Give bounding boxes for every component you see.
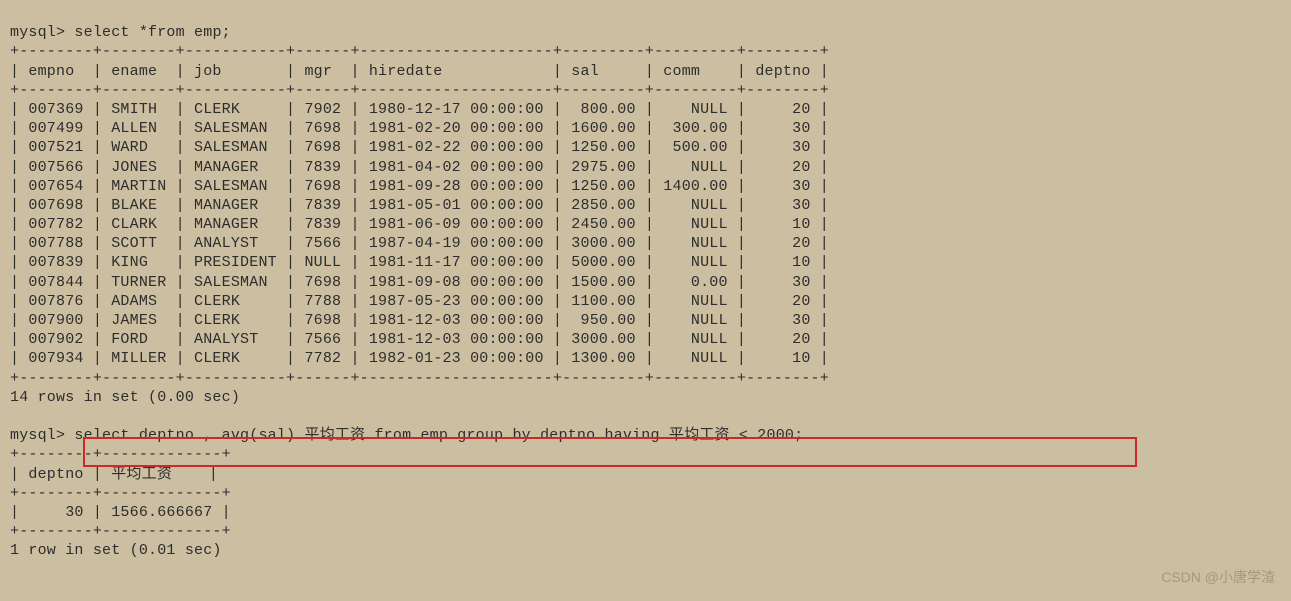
table1-top-border: +--------+--------+-----------+------+--… bbox=[10, 43, 829, 60]
sql-query-1: select *from emp; bbox=[74, 24, 230, 41]
table2-mid-border: +--------+-------------+ bbox=[10, 485, 231, 502]
prompt-line-2: mysql> select deptno , avg(sal) 平均工资 fro… bbox=[10, 427, 803, 444]
table1-header-row: | empno | ename | job | mgr | hiredate |… bbox=[10, 63, 829, 80]
watermark-text: CSDN @小唐学渣 bbox=[1161, 569, 1275, 587]
table2-body: | 30 | 1566.666667 | bbox=[10, 504, 231, 521]
sql-query-2: select deptno , avg(sal) 平均工资 from emp g… bbox=[74, 427, 803, 444]
result-footer-2: 1 row in set (0.01 sec) bbox=[10, 542, 222, 559]
table2-header-row: | deptno | 平均工资 | bbox=[10, 466, 218, 483]
table1-body: | 007369 | SMITH | CLERK | 7902 | 1980-1… bbox=[10, 101, 829, 367]
table1-bottom-border: +--------+--------+-----------+------+--… bbox=[10, 370, 829, 387]
table1-mid-border: +--------+--------+-----------+------+--… bbox=[10, 82, 829, 99]
mysql-terminal[interactable]: mysql> select *from emp; +--------+-----… bbox=[0, 0, 1291, 601]
prompt-line-1: mysql> select *from emp; bbox=[10, 24, 231, 41]
table2-top-border: +--------+-------------+ bbox=[10, 446, 231, 463]
table2-bottom-border: +--------+-------------+ bbox=[10, 523, 231, 540]
result-footer-1: 14 rows in set (0.00 sec) bbox=[10, 389, 240, 406]
